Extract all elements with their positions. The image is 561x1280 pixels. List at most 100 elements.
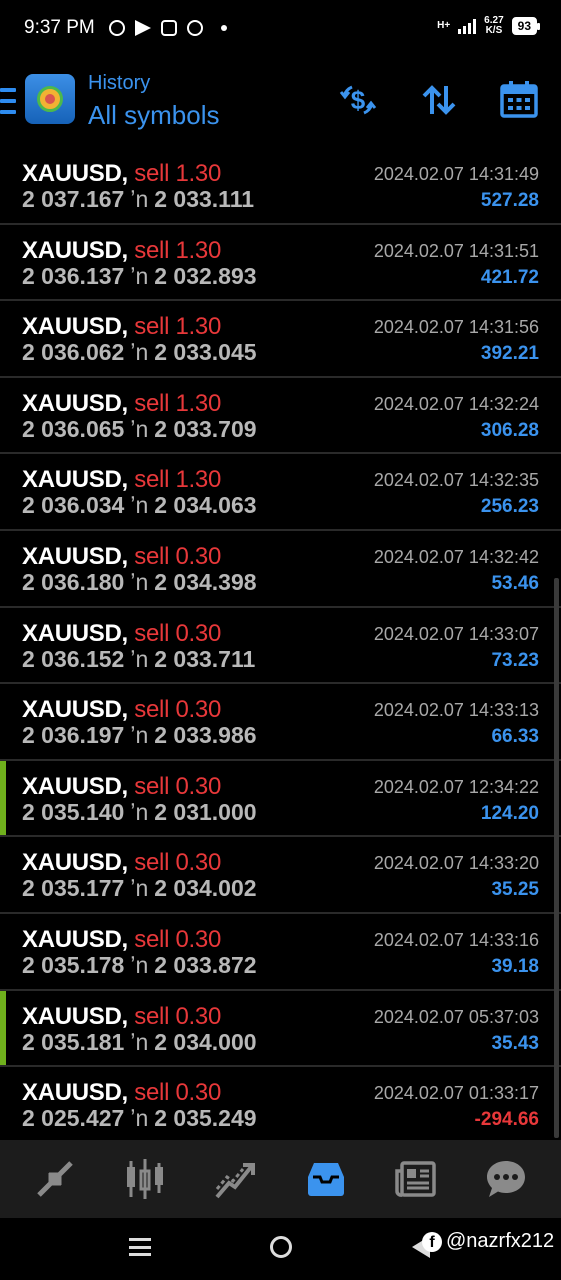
price-arrow-icon: ʼn xyxy=(130,951,149,978)
trade-time: 2024.02.07 12:34:22 xyxy=(373,776,539,797)
battery-icon: 93 xyxy=(511,17,541,35)
trade-profit: 73.23 xyxy=(491,649,539,671)
trade-time: 2024.02.07 14:31:56 xyxy=(373,317,539,338)
trade-time: 2024.02.07 14:33:20 xyxy=(373,853,539,874)
close-price: 2 033.986 xyxy=(154,722,257,749)
price-arrow-icon: ʼn xyxy=(130,645,149,672)
trade-symbol: XAUUSD, sell 0.30 xyxy=(22,620,221,648)
nav-news[interactable] xyxy=(388,1151,444,1207)
telegram-icon xyxy=(134,20,151,36)
trade-time: 2024.02.07 01:33:17 xyxy=(373,1083,539,1104)
open-price: 2 035.177 xyxy=(22,875,125,902)
messages-icon xyxy=(486,1161,525,1197)
close-price: 2 034.063 xyxy=(154,492,257,519)
nav-quotes[interactable] xyxy=(27,1151,83,1207)
nav-chart[interactable] xyxy=(117,1151,173,1207)
trade-row[interactable]: XAUUSD, sell 1.30 2 037.167 ʼn 2 033.111 202… xyxy=(0,148,561,225)
trade-history-list: XAUUSD, sell 1.30 2 037.167 ʼn 2 033.111 202… xyxy=(0,148,561,1144)
trade-row[interactable]: XAUUSD, sell 0.30 2 036.197 ʼn 2 033.986 202… xyxy=(0,684,561,761)
trade-prices: 2 035.181 ʼn 2 034.000 xyxy=(22,1029,257,1056)
close-price: 2 034.000 xyxy=(154,1028,257,1055)
price-arrow-icon: ʼn xyxy=(130,186,149,212)
trade-symbol: XAUUSD, sell 0.30 xyxy=(22,773,221,801)
trade-side-volume: sell 0.30 xyxy=(134,925,221,953)
currency-exchange-icon: $ xyxy=(339,85,377,115)
close-price: 2 034.002 xyxy=(154,875,257,902)
notification-app-icon xyxy=(108,20,125,36)
nav-messages[interactable] xyxy=(478,1151,534,1207)
sort-button[interactable] xyxy=(419,80,459,120)
nav-trade[interactable] xyxy=(207,1151,263,1207)
open-price: 2 035.178 xyxy=(22,951,125,978)
price-arrow-icon: ʼn xyxy=(130,568,149,595)
trade-prices: 2 025.427 ʼn 2 035.249 xyxy=(22,1105,257,1132)
trade-row[interactable]: XAUUSD, sell 1.30 2 036.065 ʼn 2 033.709 202… xyxy=(0,378,561,455)
status-right: H+ 6.27 K/S 93 xyxy=(437,16,541,36)
trade-side-volume: sell 0.30 xyxy=(134,1002,221,1030)
price-arrow-icon: ʼn xyxy=(130,798,149,825)
symbol-name: XAUUSD, xyxy=(22,619,128,647)
trade-row[interactable]: XAUUSD, sell 0.30 2 035.178 ʼn 2 033.872 202… xyxy=(0,914,561,991)
trade-prices: 2 036.065 ʼn 2 033.709 xyxy=(22,416,257,443)
trade-side-volume: sell 0.30 xyxy=(134,619,221,647)
instagram-icon xyxy=(160,20,177,36)
symbol-name: XAUUSD, xyxy=(22,772,128,800)
open-price: 2 036.062 xyxy=(22,339,125,366)
trade-time: 2024.02.07 14:32:42 xyxy=(373,546,539,567)
trade-profit: 392.21 xyxy=(480,343,539,365)
menu-icon[interactable] xyxy=(0,88,16,114)
calendar-button[interactable] xyxy=(499,80,539,120)
trade-row[interactable]: XAUUSD, sell 0.30 2 035.140 ʼn 2 031.000 202… xyxy=(0,760,561,838)
svg-text:$: $ xyxy=(351,85,366,115)
nav-history[interactable] xyxy=(298,1151,354,1207)
trade-profit: 256.23 xyxy=(480,496,539,518)
trade-time: 2024.02.07 14:33:13 xyxy=(373,700,539,721)
currency-exchange-button[interactable]: $ xyxy=(338,80,378,120)
open-price: 2 036.034 xyxy=(22,492,125,519)
open-price: 2 036.152 xyxy=(22,645,125,672)
trade-row[interactable]: XAUUSD, sell 0.30 2 036.152 ʼn 2 033.711 202… xyxy=(0,608,561,685)
trade-profit: 421.72 xyxy=(480,266,539,288)
price-arrow-icon: ʼn xyxy=(130,415,149,442)
price-arrow-icon: ʼn xyxy=(130,1105,149,1132)
close-price: 2 033.111 xyxy=(154,186,255,212)
scrollbar[interactable] xyxy=(554,578,559,1138)
trade-row[interactable]: XAUUSD, sell 1.30 2 036.062 ʼn 2 033.045 202… xyxy=(0,301,561,378)
trade-symbol: XAUUSD, sell 1.30 xyxy=(22,313,221,341)
open-price: 2 036.137 xyxy=(22,262,125,289)
trade-prices: 2 036.197 ʼn 2 033.986 xyxy=(22,722,257,749)
trade-prices: 2 035.140 ʼn 2 031.000 xyxy=(22,799,257,826)
trade-time: 2024.02.07 14:31:51 xyxy=(373,240,539,261)
trade-row[interactable]: XAUUSD, sell 0.30 2 035.181 ʼn 2 034.000 202… xyxy=(0,990,561,1068)
open-price: 2 036.065 xyxy=(22,415,125,442)
trade-symbol: XAUUSD, sell 0.30 xyxy=(22,543,221,571)
bottom-nav xyxy=(0,1140,561,1218)
app-header: History All symbols $ xyxy=(0,60,561,144)
trade-symbol: XAUUSD, sell 1.30 xyxy=(22,466,221,494)
trade-row[interactable]: XAUUSD, sell 0.30 2 035.177 ʼn 2 034.002 202… xyxy=(0,837,561,914)
trade-profit: -294.66 xyxy=(474,1109,539,1131)
system-nav-bar: f @nazrfx212 xyxy=(0,1218,561,1280)
sort-icon xyxy=(422,85,456,115)
trade-symbol: XAUUSD, sell 0.30 xyxy=(22,926,221,954)
trade-row[interactable]: XAUUSD, sell 0.30 2 025.427 ʼn 2 035.249 202… xyxy=(0,1067,561,1144)
trade-row[interactable]: XAUUSD, sell 1.30 2 036.137 ʼn 2 032.893 202… xyxy=(0,225,561,302)
trade-row[interactable]: XAUUSD, sell 1.30 2 036.034 ʼn 2 034.063 202… xyxy=(0,454,561,531)
trade-time: 2024.02.07 14:33:16 xyxy=(373,929,539,950)
trade-prices: 2 036.034 ʼn 2 034.063 xyxy=(22,492,257,519)
trade-side-volume: sell 0.30 xyxy=(134,849,221,877)
recent-apps-icon[interactable] xyxy=(129,1238,151,1256)
symbol-filter-title[interactable]: All symbols xyxy=(88,100,219,131)
trade-row[interactable]: XAUUSD, sell 0.30 2 036.180 ʼn 2 034.398 202… xyxy=(0,531,561,608)
trade-profit: 124.20 xyxy=(480,802,539,824)
close-price: 2 033.045 xyxy=(154,339,257,366)
symbol-name: XAUUSD, xyxy=(22,849,128,877)
close-price: 2 033.711 xyxy=(154,645,256,672)
trade-symbol: XAUUSD, sell 1.30 xyxy=(22,160,221,188)
trade-time: 2024.02.07 05:37:03 xyxy=(373,1006,539,1027)
trade-side-volume: sell 0.30 xyxy=(134,696,221,724)
home-icon[interactable] xyxy=(270,1236,292,1258)
trade-symbol: XAUUSD, sell 0.30 xyxy=(22,849,221,877)
trade-symbol: XAUUSD, sell 1.30 xyxy=(22,237,221,265)
trade-profit: 35.25 xyxy=(491,879,539,901)
